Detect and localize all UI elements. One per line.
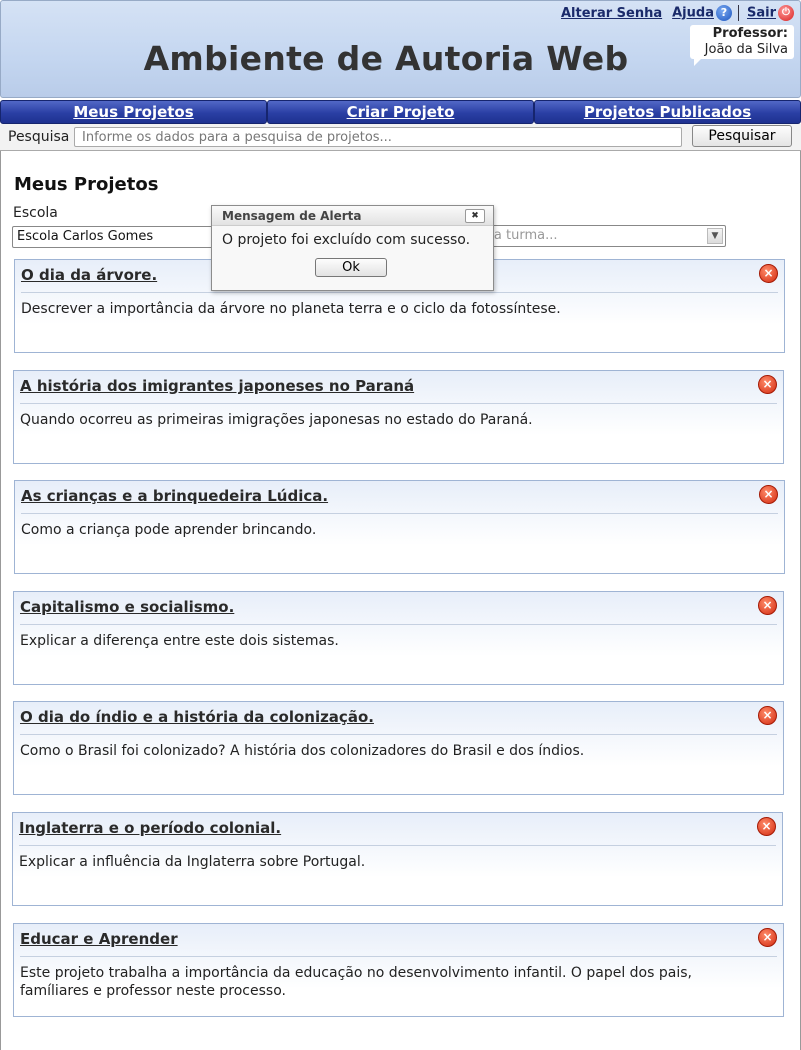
- logout-link[interactable]: Sair ⏻: [747, 5, 794, 21]
- professor-badge: Professor: João da Silva: [690, 25, 794, 66]
- project-title[interactable]: As crianças e a brinquedeira Lúdica.: [21, 487, 328, 505]
- project-description: Este projeto trabalha a importância da e…: [20, 965, 692, 999]
- alert-dialog-title: Mensagem de Alerta: [212, 206, 493, 226]
- project-card: Capitalismo e socialismo. × Explicar a d…: [13, 591, 784, 685]
- divider: [20, 734, 777, 735]
- divider: [21, 513, 778, 514]
- app-title: Ambiente de Autoria Web: [143, 39, 629, 78]
- turma-select[interactable]: uma turma... ▼: [468, 225, 726, 247]
- project-card: Inglaterra e o período colonial. × Expli…: [12, 812, 783, 906]
- alert-dialog: Mensagem de Alerta ✖ O projeto foi exclu…: [211, 205, 494, 291]
- tab-projetos-publicados[interactable]: Projetos Publicados: [534, 100, 801, 124]
- escola-select-value: Escola Carlos Gomes: [17, 229, 154, 244]
- power-icon: ⏻: [778, 5, 794, 21]
- change-password-link[interactable]: Alterar Senha: [561, 6, 662, 21]
- divider: [20, 956, 777, 957]
- delete-icon[interactable]: ×: [758, 706, 777, 725]
- alert-message: O projeto foi excluído com sucesso.: [222, 232, 471, 248]
- project-card: As crianças e a brinquedeira Lúdica. × C…: [14, 480, 785, 574]
- escola-label: Escola: [13, 205, 58, 221]
- project-title[interactable]: A história dos imigrantes japoneses no P…: [20, 377, 414, 395]
- divider: [21, 292, 778, 293]
- tab-criar-projeto[interactable]: Criar Projeto: [267, 100, 534, 124]
- project-description: Descrever a importância da árvore no pla…: [21, 301, 561, 317]
- help-icon: ?: [715, 5, 732, 21]
- professor-name: João da Silva: [704, 42, 788, 57]
- close-icon[interactable]: ✖: [465, 209, 485, 223]
- help-link[interactable]: Ajuda?: [672, 5, 732, 21]
- divider: [20, 624, 777, 625]
- search-input[interactable]: [74, 127, 682, 147]
- tab-meus-projetos[interactable]: Meus Projetos: [0, 100, 267, 124]
- search-label: Pesquisa: [8, 129, 70, 145]
- project-title[interactable]: O dia da árvore.: [21, 266, 157, 284]
- project-card: Educar e Aprender × Este projeto trabalh…: [13, 923, 784, 1017]
- divider: [20, 403, 777, 404]
- delete-icon[interactable]: ×: [757, 817, 776, 836]
- delete-icon[interactable]: ×: [758, 375, 777, 394]
- divider: [19, 845, 776, 846]
- ok-button[interactable]: Ok: [315, 258, 387, 277]
- project-description: Explicar a diferença entre este dois sis…: [20, 633, 339, 649]
- app-header: Ambiente de Autoria Web Alterar Senha Aj…: [0, 0, 801, 98]
- project-title[interactable]: Educar e Aprender: [20, 930, 178, 948]
- chevron-down-icon[interactable]: ▼: [707, 228, 723, 244]
- project-title[interactable]: O dia do índio e a história da colonizaç…: [20, 708, 374, 726]
- project-title[interactable]: Inglaterra e o período colonial.: [19, 819, 281, 837]
- logout-link-label: Sair: [746, 5, 776, 21]
- project-description: Quando ocorreu as primeiras imigrações j…: [20, 412, 533, 428]
- project-card: O dia do índio e a história da colonizaç…: [13, 701, 784, 795]
- project-card: A história dos imigrantes japoneses no P…: [13, 370, 784, 464]
- delete-icon[interactable]: ×: [758, 596, 777, 615]
- top-links: Alterar Senha Ajuda? Sair ⏻: [561, 5, 794, 21]
- page-title: Meus Projetos: [14, 174, 159, 195]
- divider: [737, 5, 739, 21]
- escola-select[interactable]: Escola Carlos Gomes: [12, 226, 214, 248]
- help-link-label: Ajuda: [672, 5, 714, 21]
- delete-icon[interactable]: ×: [758, 928, 777, 947]
- professor-label: Professor:: [712, 26, 788, 41]
- main-nav: Meus Projetos Criar Projeto Projetos Pub…: [0, 100, 801, 124]
- project-description: Como o Brasil foi colonizado? A história…: [20, 743, 585, 759]
- project-description: Como a criança pode aprender brincando.: [21, 522, 317, 538]
- search-button[interactable]: Pesquisar: [692, 125, 792, 147]
- delete-icon[interactable]: ×: [759, 264, 778, 283]
- search-bar: Pesquisa Pesquisar: [0, 124, 801, 151]
- project-description: Explicar a influência da Inglaterra sobr…: [19, 854, 366, 870]
- delete-icon[interactable]: ×: [759, 485, 778, 504]
- project-title[interactable]: Capitalismo e socialismo.: [20, 598, 234, 616]
